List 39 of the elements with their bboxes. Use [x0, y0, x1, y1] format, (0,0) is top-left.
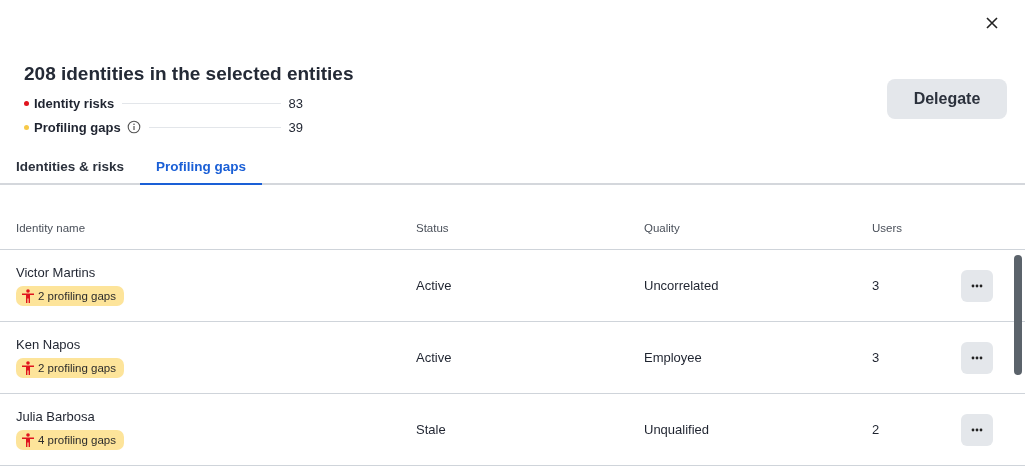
column-header: Users — [872, 221, 904, 234]
gap-badge: 2 profiling gaps — [16, 286, 124, 306]
info-icon[interactable] — [126, 120, 141, 134]
table-cell-text: 3 — [872, 350, 881, 365]
identity-name: Julia Barbosa — [16, 409, 95, 424]
more-button[interactable] — [961, 413, 993, 446]
table-cell-text: 3 — [872, 278, 881, 293]
more-button[interactable] — [961, 341, 993, 374]
person-icon — [22, 289, 34, 303]
person-icon — [22, 361, 34, 375]
dialog-title: 208 identities in the selected entities — [24, 63, 354, 85]
more-button[interactable] — [961, 269, 993, 302]
table-cell-text: 2 — [872, 422, 881, 437]
person-icon — [22, 433, 34, 447]
gap-badge: 4 profiling gaps — [16, 430, 124, 450]
identity-name: Ken Napos — [16, 337, 81, 352]
column-header: Quality — [644, 221, 681, 234]
tab[interactable]: Profiling gaps — [140, 155, 263, 185]
table-cell-text: Employee — [644, 350, 703, 365]
more-icon — [971, 283, 983, 288]
summary-count: 83 — [288, 95, 303, 111]
summary-count: 39 — [288, 119, 303, 135]
close-icon — [984, 15, 1000, 31]
table-cell-text: Stale — [416, 422, 447, 437]
column-header: Status — [416, 221, 450, 234]
summary-label: Profiling gaps — [34, 119, 121, 135]
tab[interactable]: Identities & risks — [0, 155, 141, 185]
identity-name: Victor Martins — [16, 265, 96, 280]
summary-label: Identity risks — [34, 95, 115, 111]
column-header: Identity name — [16, 221, 87, 234]
table-cell-text: Active — [416, 350, 453, 365]
more-icon — [971, 427, 983, 432]
table-cell-text: Uncorrelated — [644, 278, 720, 293]
more-icon — [971, 355, 983, 360]
scrollbar[interactable] — [1014, 255, 1022, 375]
delegate-button[interactable]: Delegate — [887, 79, 1007, 119]
table-cell-text: Unqualified — [644, 422, 711, 437]
gap-badge: 2 profiling gaps — [16, 358, 124, 378]
table-cell-text: Active — [416, 278, 453, 293]
